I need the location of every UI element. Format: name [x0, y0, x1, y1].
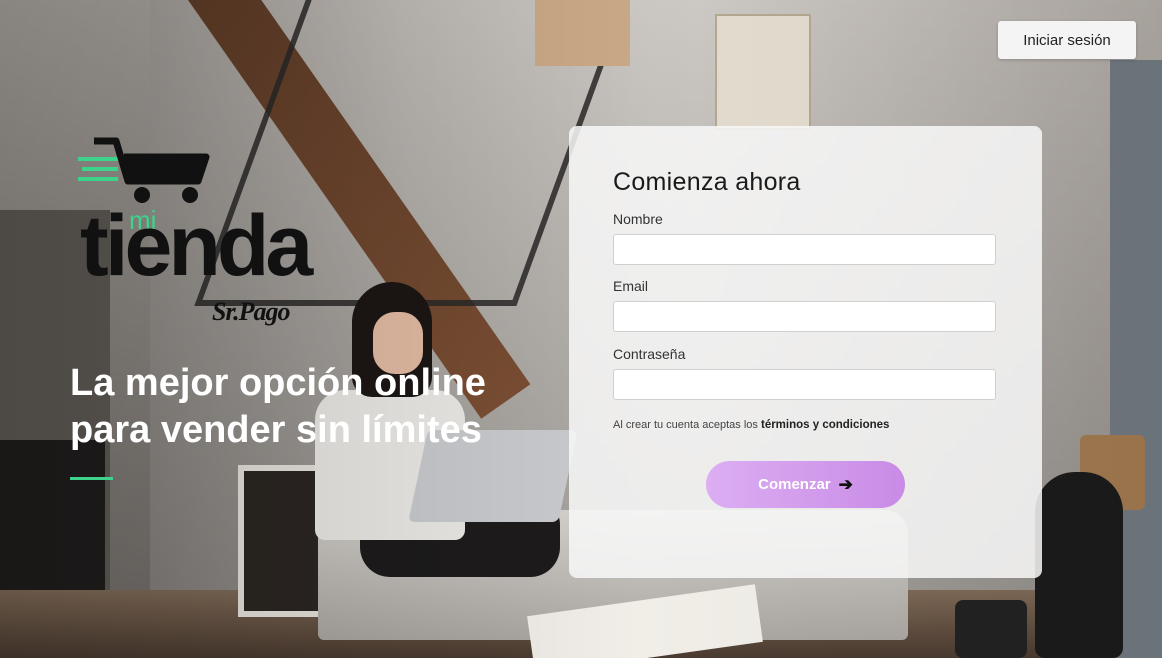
email-label: Email — [613, 278, 649, 294]
brand-tienda: tienda — [80, 198, 313, 294]
terms-link[interactable]: términos y condiciones — [761, 419, 889, 431]
start-button[interactable]: Comenzar ➔ — [706, 461, 905, 508]
tagline-underline — [70, 477, 113, 480]
tagline-line-1: La mejor opción online — [70, 362, 486, 404]
password-label: Contraseña — [613, 346, 686, 362]
hero-tagline: La mejor opción online para vender sin l… — [70, 360, 550, 454]
name-label: Nombre — [613, 211, 663, 227]
brand-partner: Sr.Pago — [212, 297, 291, 326]
brand-logo: mi tienda Sr.Pago — [74, 135, 334, 335]
form-title: Comienza ahora — [613, 168, 801, 196]
tagline-line-2: para vender sin límites — [70, 409, 482, 451]
terms-prefix: Al crear tu cuenta aceptas los — [613, 419, 758, 431]
login-button[interactable]: Iniciar sesión — [998, 21, 1136, 59]
terms-notice: Al crear tu cuenta aceptas los términos … — [613, 419, 889, 431]
name-input[interactable] — [613, 234, 996, 265]
arrow-right-icon: ➔ — [838, 474, 853, 494]
email-input[interactable] — [613, 301, 996, 332]
cart-icon — [78, 137, 210, 203]
start-button-label: Comenzar — [758, 476, 831, 493]
signup-card: Comienza ahora Nombre Email Contraseña A… — [569, 126, 1042, 578]
password-input[interactable] — [613, 369, 996, 400]
